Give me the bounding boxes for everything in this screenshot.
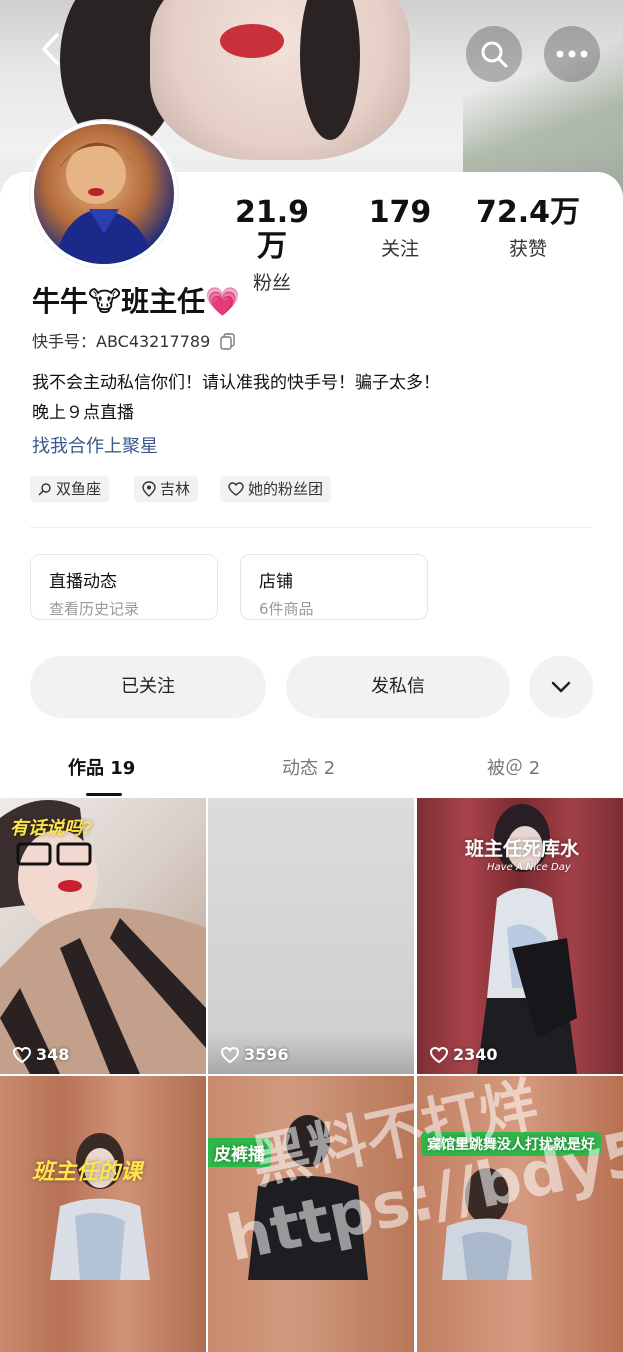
followed-button[interactable]: 已关注 <box>30 656 266 718</box>
avatar[interactable] <box>30 120 178 268</box>
tab-moments[interactable]: 动态 2 <box>282 754 335 780</box>
like-count-value: 3596 <box>244 1045 289 1064</box>
tag-fan-club[interactable]: 她的粉丝团 <box>220 476 332 502</box>
tag-label: 双鱼座 <box>56 480 102 498</box>
like-count-value: 348 <box>36 1045 70 1064</box>
tab-indicator <box>86 793 122 796</box>
stat-value: 21.9万 <box>234 195 310 264</box>
shop-box[interactable]: 店铺 6件商品 <box>240 554 428 620</box>
like-count: 348 <box>12 1045 69 1064</box>
tag-label: 吉林 <box>160 480 191 498</box>
thumbnail-caption: 有话说吗? <box>10 818 93 839</box>
video-thumbnail[interactable]: 宾馆里跳舞没人打扰就是好 <box>417 1076 623 1352</box>
more-button[interactable] <box>544 26 600 82</box>
stat-likes[interactable]: 72.4万 获赞 <box>470 196 586 261</box>
heart-icon <box>12 1046 32 1063</box>
bio-line: 晚上９点直播 <box>32 403 134 423</box>
bio-line: 我不会主动私信你们！请认准我的快手号！骗子太多！ <box>32 373 440 393</box>
video-thumbnail[interactable]: 班主任的课 <box>0 1076 206 1352</box>
heart-icon <box>220 1046 240 1063</box>
tag-location[interactable]: 吉林 <box>134 476 199 502</box>
chevron-left-icon <box>42 33 59 65</box>
video-thumbnail[interactable]: 有话说吗? 348 <box>0 798 206 1074</box>
thumbnail-image <box>442 1168 532 1280</box>
stat-label: 关注 <box>380 238 419 260</box>
thumbnail-image <box>248 1115 368 1280</box>
more-icon <box>556 50 588 58</box>
tab-mentions[interactable]: 被＠ 2 <box>487 754 540 780</box>
kuaishou-id-text: 快手号：ABC43217789 <box>32 332 211 351</box>
constellation-icon <box>38 483 51 496</box>
like-count-value: 2340 <box>453 1045 498 1064</box>
thumbnail-caption: 班主任死库水 <box>465 838 580 860</box>
stat-following[interactable]: 179 关注 <box>350 196 450 261</box>
kuaishou-id: 快手号：ABC43217789 <box>32 328 237 352</box>
back-button[interactable] <box>30 30 70 76</box>
infobox-subtitle: 查看历史记录 <box>49 600 140 618</box>
tag-label: 她的粉丝团 <box>248 480 324 498</box>
live-history-box[interactable]: 直播动态 查看历史记录 <box>30 554 218 620</box>
stat-label: 获赞 <box>508 238 547 260</box>
dropdown-button[interactable] <box>529 656 593 718</box>
like-count: 3596 <box>220 1045 289 1064</box>
profile-name: 牛牛🐮班主任💗 <box>32 285 241 318</box>
tab-works[interactable]: 作品 19 <box>68 754 135 780</box>
chevron-down-icon <box>551 681 571 693</box>
infobox-subtitle: 6件商品 <box>259 600 314 618</box>
divider <box>30 527 592 528</box>
search-icon <box>481 41 508 68</box>
stat-value: 72.4万 <box>475 195 581 230</box>
tag-constellation[interactable]: 双鱼座 <box>30 476 110 502</box>
thumbnail-caption: 皮裤播 <box>208 1138 271 1167</box>
heart-icon <box>228 482 244 496</box>
video-thumbnail[interactable]: 班主任死库水 Have A Nice Day 2340 <box>417 798 623 1074</box>
heart-icon <box>429 1046 449 1063</box>
like-count: 2340 <box>429 1045 498 1064</box>
location-icon <box>142 481 156 497</box>
message-button[interactable]: 发私信 <box>286 656 510 718</box>
stat-value: 179 <box>368 195 432 230</box>
infobox-title: 直播动态 <box>49 572 117 592</box>
avatar-image <box>54 142 154 264</box>
video-thumbnail[interactable]: 3596 <box>208 798 414 1074</box>
thumbnail-caption: 宾馆里跳舞没人打扰就是好 <box>421 1132 601 1156</box>
copy-icon[interactable] <box>219 332 237 350</box>
thumbnail-subcaption: Have A Nice Day <box>487 862 571 873</box>
cooperation-link[interactable]: 找我合作上聚星 <box>32 432 158 458</box>
infobox-title: 店铺 <box>259 572 293 592</box>
video-thumbnail[interactable]: 皮裤播 <box>208 1076 414 1352</box>
search-button[interactable] <box>466 26 522 82</box>
thumbnail-caption: 班主任的课 <box>32 1160 143 1185</box>
